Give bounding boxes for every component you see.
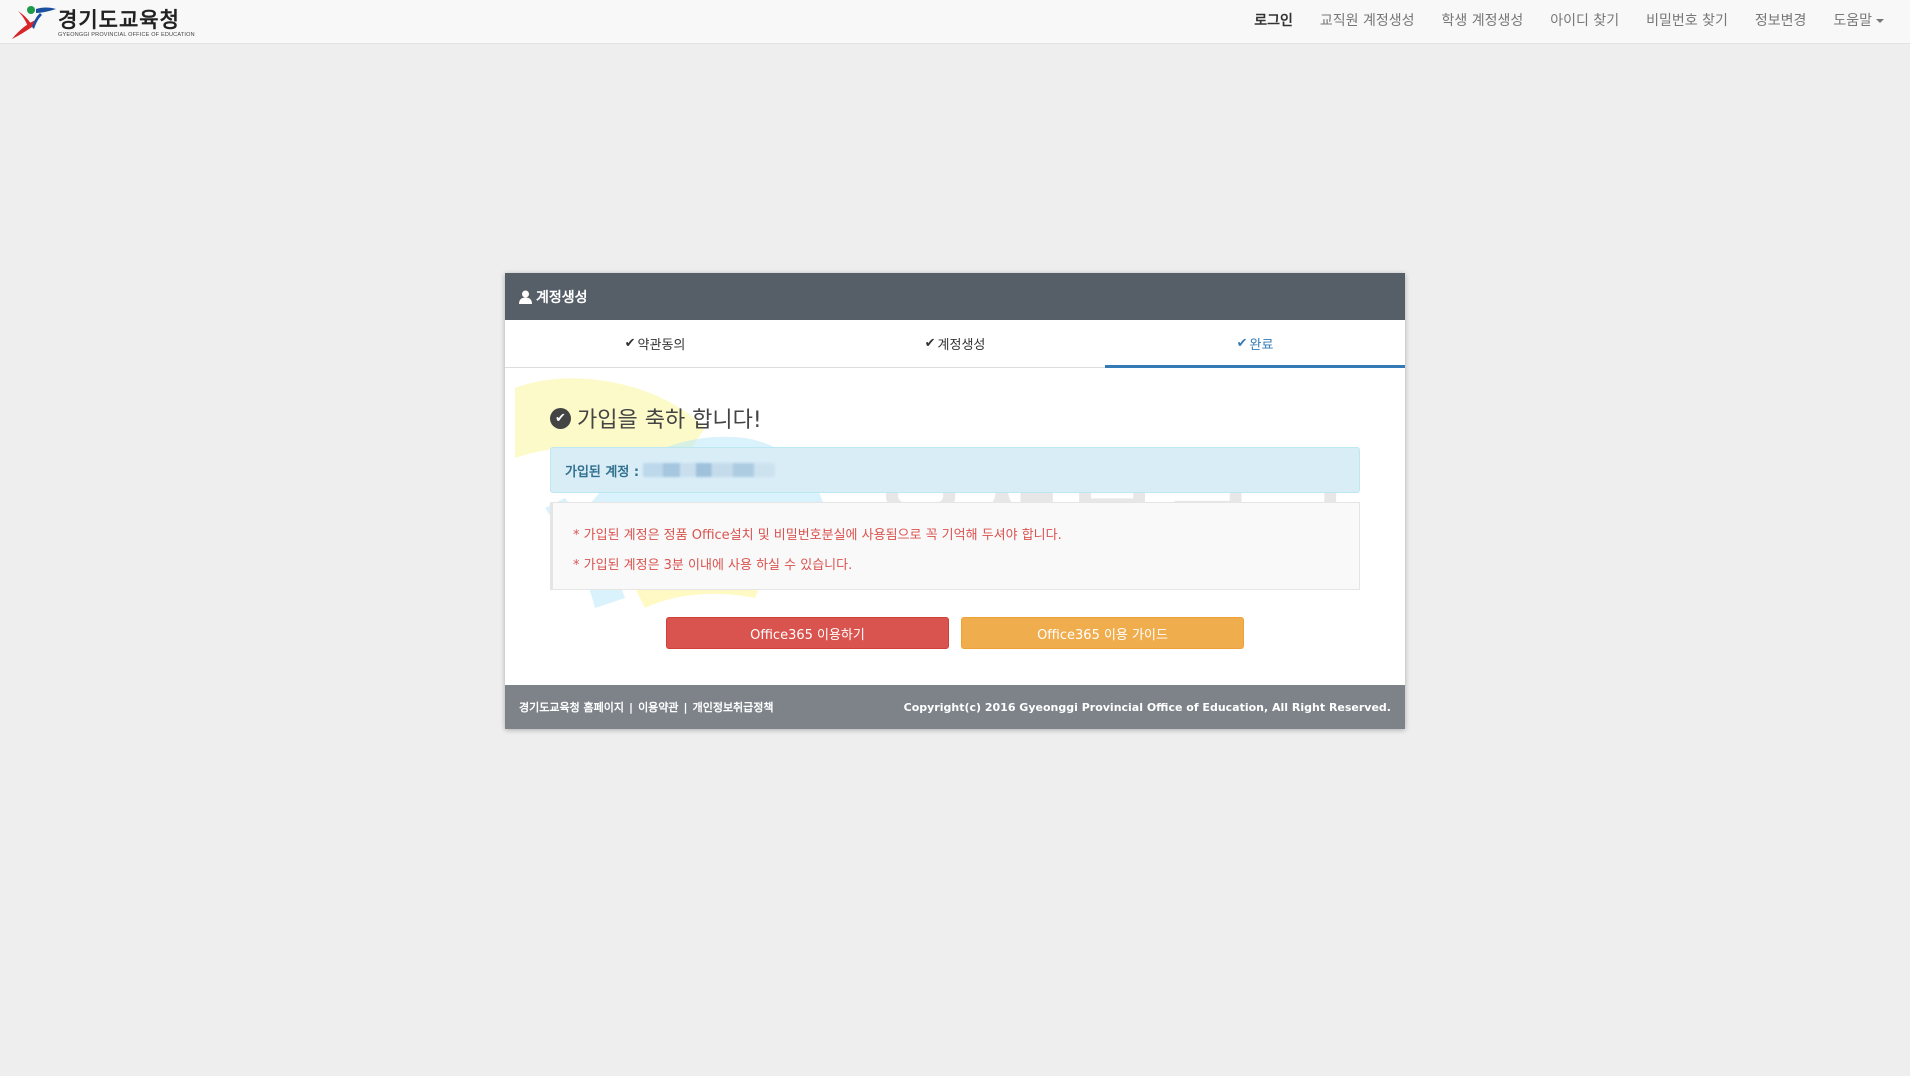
footer-links: 경기도교육청 홈페이지 | 이용약관 | 개인정보취급정책 [519, 699, 774, 715]
step-tabs: ✔ 약관동의 ✔ 계정생성 ✔ 완료 [505, 320, 1405, 368]
main-nav: 로그인 교직원 계정생성 학생 계정생성 아이디 찾기 비밀번호 찾기 정보변경… [1227, 0, 1884, 40]
step-terms: ✔ 약관동의 [505, 320, 805, 367]
office365-use-button[interactable]: Office365 이용하기 [666, 617, 949, 649]
check-icon: ✔ [924, 336, 936, 351]
check-icon: ✔ [624, 336, 636, 351]
check-icon: ✔ [1236, 336, 1248, 351]
step-label: 완료 [1249, 338, 1274, 353]
nav-staff-account[interactable]: 교직원 계정생성 [1320, 10, 1415, 30]
success-title: ✔ 가입을 축하 합니다! [550, 402, 762, 434]
nav-find-password[interactable]: 비밀번호 찾기 [1646, 10, 1728, 30]
step-label: 계정생성 [937, 338, 986, 353]
footer-separator: | [683, 701, 688, 714]
brand-subtitle: GYEONGGI PROVINCIAL OFFICE OF EDUCATION [58, 31, 195, 38]
account-info-alert: 가입된 계정 : [550, 447, 1360, 493]
footer-copyright: Copyright(c) 2016 Gyeonggi Provincial Of… [903, 700, 1391, 714]
brand-logo[interactable]: 경기도교육청 GYEONGGI PROVINCIAL OFFICE OF EDU… [10, 3, 195, 43]
step-complete: ✔ 완료 [1105, 320, 1405, 368]
brand-name: 경기도교육청 [58, 7, 180, 32]
nav-login[interactable]: 로그인 [1254, 10, 1293, 30]
panel-body: 은성블로그 ✔ 가입을 축하 합니다! 가입된 계정 : * 가입된 계정은 정… [505, 368, 1405, 686]
user-icon [519, 290, 532, 304]
notice-line: * 가입된 계정은 3분 이내에 사용 하실 수 있습니다. [573, 558, 853, 573]
step-create: ✔ 계정생성 [805, 320, 1105, 367]
account-value-redacted [643, 463, 776, 477]
nav-student-account[interactable]: 학생 계정생성 [1442, 10, 1524, 30]
footer-link-privacy[interactable]: 개인정보취급정책 [693, 701, 774, 714]
goe-logo-icon [12, 6, 56, 39]
footer-link-terms[interactable]: 이용약관 [638, 701, 678, 714]
notice-line: * 가입된 계정은 정품 Office설치 및 비밀번호분실에 사용됨으로 꼭 … [573, 528, 1062, 543]
footer-separator: | [629, 701, 634, 714]
footer-link-homepage[interactable]: 경기도교육청 홈페이지 [519, 701, 624, 714]
nav-help-label: 도움말 [1833, 13, 1872, 29]
success-title-text: 가입을 축하 합니다! [577, 408, 762, 433]
notice-box: * 가입된 계정은 정품 Office설치 및 비밀번호분실에 사용됨으로 꼭 … [550, 502, 1360, 590]
panel-heading: 계정생성 [505, 273, 1405, 320]
top-navbar: 경기도교육청 GYEONGGI PROVINCIAL OFFICE OF EDU… [0, 0, 1910, 44]
account-label: 가입된 계정 : [565, 464, 640, 480]
panel-footer: 경기도교육청 홈페이지 | 이용약관 | 개인정보취급정책 Copyright(c) 2… [505, 685, 1405, 729]
account-creation-panel: 계정생성 ✔ 약관동의 ✔ 계정생성 ✔ 완료 은성블로그 ✔ 가입을 축하 합… [505, 273, 1405, 729]
caret-down-icon [1876, 19, 1884, 23]
check-circle-icon: ✔ [550, 407, 571, 429]
step-label: 약관동의 [637, 338, 686, 353]
nav-change-info[interactable]: 정보변경 [1755, 10, 1807, 30]
nav-find-id[interactable]: 아이디 찾기 [1550, 10, 1619, 30]
office365-guide-button[interactable]: Office365 이용 가이드 [961, 617, 1244, 649]
nav-help-dropdown[interactable]: 도움말 [1833, 10, 1884, 30]
panel-heading-title: 계정생성 [536, 289, 588, 306]
